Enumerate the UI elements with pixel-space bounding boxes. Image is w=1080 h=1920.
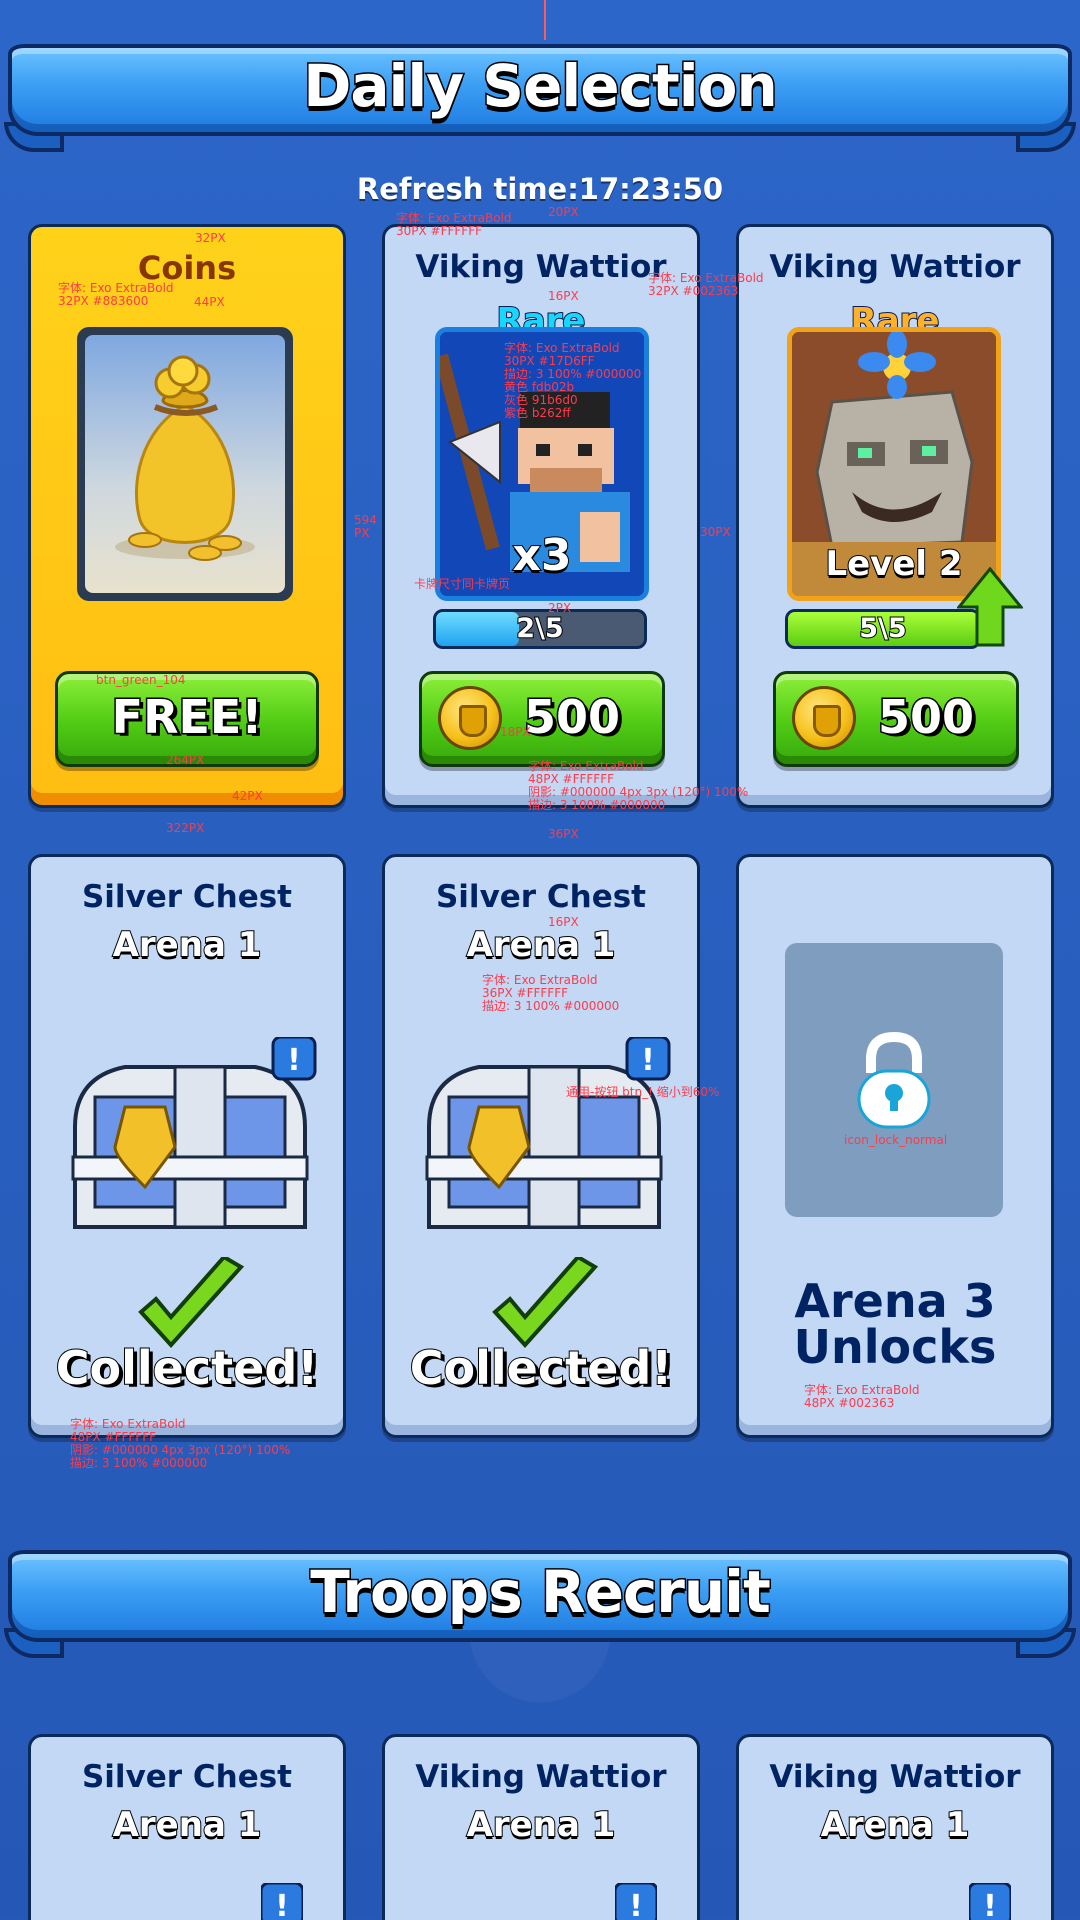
annotation: 30PX	[700, 525, 731, 539]
troop-subtitle-2: Arena 1	[466, 1804, 617, 1846]
annotation: 16PX	[548, 289, 579, 303]
annotation: 字体: Exo ExtraBold 32PX #883600	[58, 281, 174, 308]
troop-card-1[interactable]: Silver Chest Arena 1 !	[28, 1734, 346, 1920]
price-label-1: 500	[522, 689, 621, 746]
lock-icon	[857, 1031, 931, 1129]
annotation: 字体: Exo ExtraBold 32PX #002363	[648, 271, 764, 298]
chest-subtitle-2: Arena 1	[466, 924, 617, 966]
annotation: btn_green_104	[96, 673, 186, 687]
annotation: 36PX	[548, 827, 579, 841]
troop-subtitle-1: Arena 1	[112, 1804, 263, 1846]
coins-image	[77, 327, 293, 601]
collected-label-1: Collected!	[55, 1340, 319, 1396]
troop-title-1: Silver Chest	[81, 1759, 292, 1795]
viking-card-2[interactable]: Viking Wattior Rare Level 2 5\5 500	[736, 224, 1054, 808]
guide-line	[544, 0, 546, 40]
coin-bag-icon	[115, 355, 255, 561]
alert-badge-icon: !	[261, 1883, 303, 1920]
annotation: 44PX	[194, 295, 225, 309]
viking-title-2: Viking Wattior	[769, 249, 1021, 285]
card-progress-1: 2\5	[433, 609, 647, 649]
buy-button-2[interactable]: 500	[773, 671, 1019, 767]
annotation: 594 PX	[354, 513, 377, 540]
card-count: x3	[512, 529, 573, 582]
refresh-timer: Refresh time:17:23:50	[356, 172, 724, 206]
coins-card[interactable]: Coins FREE!	[28, 224, 346, 808]
annotation: 18PX	[500, 725, 531, 739]
daily-selection-banner: Daily Selection	[4, 34, 1076, 152]
svg-text:!: !	[983, 1889, 997, 1920]
unlock-line-1: Arena 3	[794, 1274, 996, 1328]
annotation: 字体: Exo ExtraBold 48PX #FFFFFF 阴影: #0000…	[70, 1417, 291, 1470]
card-progress-2: 5\5	[785, 609, 981, 649]
annotation: 字体: Exo ExtraBold 36PX #FFFFFF 描边: 3 100…	[482, 973, 620, 1013]
gold-coin-icon	[792, 686, 856, 750]
annotation: 32PX	[195, 231, 226, 245]
troop-title-2: Viking Wattior	[415, 1759, 667, 1795]
troop-title-3: Viking Wattior	[769, 1759, 1021, 1795]
troop-subtitle-3: Arena 1	[820, 1804, 971, 1846]
chest-title-1: Silver Chest	[81, 879, 292, 915]
annotation: 字体: Exo ExtraBold 30PX #FFFFFF	[396, 211, 512, 238]
annotation: 322PX	[166, 821, 205, 835]
annotation: 2PX	[548, 601, 572, 615]
troop-card-3[interactable]: Viking Wattior Arena 1 !	[736, 1734, 1054, 1920]
free-button-label: FREE!	[110, 689, 264, 746]
silver-chest-icon: !	[71, 1037, 317, 1229]
silver-chest-card-1[interactable]: Silver Chest Arena 1 ! Collected!	[28, 854, 346, 1438]
silver-chest-card-2[interactable]: Silver Chest Arena 1 ! Collected!	[382, 854, 700, 1438]
progress-text-2: 5\5	[858, 612, 907, 645]
chest-subtitle-1: Arena 1	[112, 924, 263, 966]
annotation: icon_lock_normal	[844, 1133, 948, 1147]
progress-text-1: 2\5	[515, 612, 564, 645]
troop-card-2[interactable]: Viking Wattior Arena 1 !	[382, 1734, 700, 1920]
annotation: 16PX	[548, 915, 579, 929]
price-label-2: 500	[876, 689, 975, 746]
svg-text:!: !	[287, 1043, 301, 1078]
gold-coin-icon	[438, 686, 502, 750]
golem-art-2: Level 2	[787, 327, 1001, 601]
upgrade-arrow-icon[interactable]	[957, 567, 1023, 647]
troops-recruit-banner: Troops Recruit	[4, 1540, 1076, 1658]
section-title-daily: Daily Selection	[302, 51, 780, 122]
svg-text:!: !	[275, 1889, 289, 1920]
alert-badge-icon: !	[969, 1883, 1011, 1920]
annotation: 264PX	[166, 753, 205, 767]
locked-slot	[785, 943, 1003, 1217]
annotation: 通用-按钮 btn_! 缩小到60%	[566, 1085, 720, 1099]
buy-button-1[interactable]: 500	[419, 671, 665, 767]
collected-label-2: Collected!	[409, 1340, 673, 1396]
annotation: 字体: Exo ExtraBold 48PX #FFFFFF 阴影: #0000…	[528, 759, 749, 812]
chest-title-2: Silver Chest	[435, 879, 646, 915]
section-title-troops: Troops Recruit	[309, 1557, 773, 1628]
annotation: 字体: Exo ExtraBold 30PX #17D6FF 描边: 3 100…	[504, 341, 642, 420]
alert-badge-icon: !	[615, 1883, 657, 1920]
unlock-line-2: Unlocks	[793, 1320, 997, 1374]
annotation: 字体: Exo ExtraBold 48PX #002363	[804, 1383, 920, 1410]
silver-chest-icon: !	[425, 1037, 671, 1229]
svg-text:!: !	[629, 1889, 643, 1920]
viking-card-1[interactable]: Viking Wattior Rare x3 2\5 500	[382, 224, 700, 808]
annotation: 卡牌尺寸同卡牌页	[414, 577, 511, 591]
annotation: 42PX	[232, 789, 263, 803]
svg-text:!: !	[641, 1043, 655, 1078]
annotation: 20PX	[548, 205, 579, 219]
